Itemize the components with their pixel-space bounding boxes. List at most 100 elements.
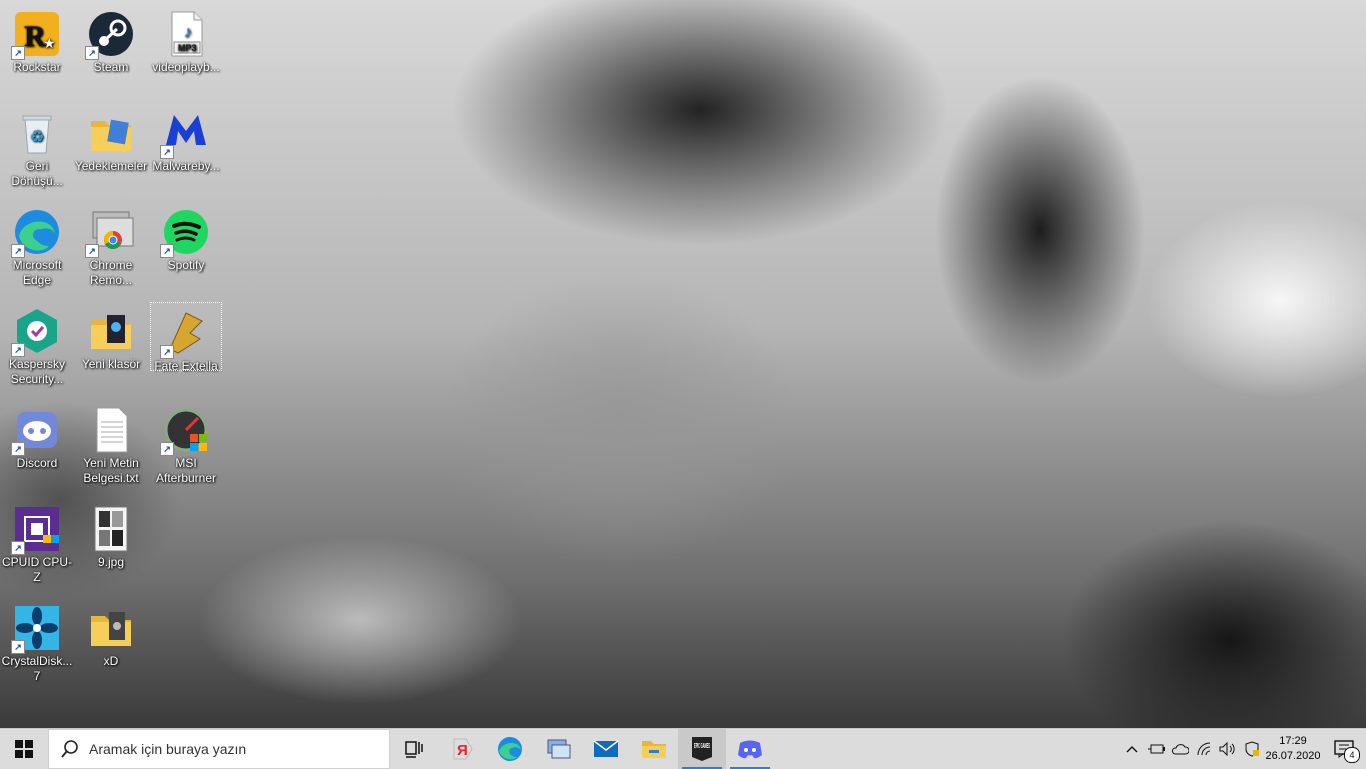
desktop-icon-videoplayback[interactable]: ♪ MP3 videoplayb... <box>149 4 223 75</box>
mp3-badge: MP3 <box>178 43 197 53</box>
shield-icon <box>1245 741 1259 757</box>
task-view-button[interactable] <box>390 729 438 769</box>
desktop-icon-label: Yeni klasör <box>81 357 141 371</box>
image-file-icon <box>87 505 135 553</box>
desktop-icon-label: Spotify <box>167 258 205 272</box>
desktop[interactable]: R ★ ↗ Rockstar ↗ Steam ♪ MP3 videoplayb...… <box>0 0 1366 728</box>
desktop-icon-malwarebytes[interactable]: ↗ Malwareby... <box>149 103 223 174</box>
speaker-icon <box>1219 742 1235 756</box>
desktop-icon-msi-afterburner[interactable]: ↗ MSI Afterburner <box>149 400 223 486</box>
desktop-icon-text-file[interactable]: Yeni Metin Belgesi.txt <box>74 400 148 486</box>
svg-text:♻: ♻ <box>30 129 44 146</box>
desktop-icon-kaspersky[interactable]: ↗ Kaspersky Security... <box>0 301 74 387</box>
text-file-icon <box>87 406 135 454</box>
rockstar-icon: R ★ ↗ <box>11 10 61 60</box>
mail-icon <box>593 740 619 757</box>
chevron-up-icon <box>1126 746 1138 753</box>
fate-extella-icon: ↗ <box>160 309 210 359</box>
remote-desktop-icon <box>547 739 571 759</box>
recycle-bin-icon: ♻ <box>13 109 61 157</box>
epic-games-label: EPIC GAMES <box>694 743 710 750</box>
taskbar-file-explorer[interactable] <box>630 729 678 769</box>
mp3-file-icon: ♪ MP3 <box>162 10 210 58</box>
search-placeholder: Aramak için buraya yazın <box>89 741 247 757</box>
onedrive-tray-button[interactable] <box>1168 729 1192 769</box>
desktop-icon-label: xD <box>103 654 119 668</box>
shortcut-arrow-icon: ↗ <box>160 145 174 159</box>
shortcut-arrow-icon: ↗ <box>11 541 25 555</box>
taskbar-discord[interactable] <box>726 729 774 769</box>
clock-time: 17:29 <box>1279 735 1307 747</box>
taskbar-epic-games[interactable]: EPIC GAMES <box>678 729 726 769</box>
folder-icon <box>87 307 135 355</box>
desktop-icon-label: Yeni Metin Belgesi.txt <box>83 456 139 485</box>
desktop-icon-fate-extella[interactable]: ↗ Fate Extella <box>150 302 222 373</box>
svg-text:Я: Я <box>457 742 468 759</box>
discord-icon <box>738 740 762 759</box>
desktop-icon-label: Microsoft Edge <box>12 258 62 287</box>
notification-count-badge: 4 <box>1344 747 1360 763</box>
yandex-browser-icon: Я <box>453 738 473 760</box>
desktop-icon-label: 9.jpg <box>97 555 125 569</box>
search-box[interactable]: Aramak için buraya yazın <box>48 729 390 769</box>
desktop-icon-yedeklemeler[interactable]: Yedeklemeler <box>74 103 148 174</box>
shortcut-arrow-icon: ↗ <box>160 345 174 359</box>
taskbar-remote-desktop[interactable] <box>534 729 582 769</box>
steam-icon: ↗ <box>85 10 135 60</box>
desktop-icon-label: Yedeklemeler <box>74 159 148 173</box>
desktop-icon-label: CrystalDisk... 7 <box>1 654 73 683</box>
desktop-icon-cpu-z[interactable]: ↗ CPUID CPU-Z <box>0 499 74 585</box>
desktop-icon-label: Malwareby... <box>152 159 220 173</box>
file-explorer-icon <box>642 741 666 758</box>
show-hidden-icons-button[interactable] <box>1120 729 1144 769</box>
desktop-icon-discord[interactable]: ↗ Discord <box>0 400 74 471</box>
task-view-icon <box>405 741 423 758</box>
volume-tray-button[interactable] <box>1216 729 1240 769</box>
security-tray-button[interactable] <box>1240 729 1264 769</box>
crystaldisk-icon: ↗ <box>11 604 61 654</box>
cloud-icon <box>1171 744 1189 755</box>
windows-logo-icon <box>15 740 33 758</box>
taskbar-edge[interactable] <box>486 729 534 769</box>
desktop-icon-chrome-remote[interactable]: ↗ Chrome Remo... <box>74 202 148 288</box>
battery-tray-button[interactable] <box>1144 729 1168 769</box>
desktop-icon-label: Geri Dönüşü... <box>11 159 63 188</box>
shortcut-arrow-icon: ↗ <box>11 244 25 258</box>
desktop-icon-xd[interactable]: xD <box>74 598 148 669</box>
shortcut-arrow-icon: ↗ <box>85 46 99 60</box>
desktop-icon-label: CPUID CPU-Z <box>1 555 72 584</box>
desktop-icon-yeni-klasor[interactable]: Yeni klasör <box>74 301 148 372</box>
desktop-icon-label: MSI Afterburner <box>155 456 217 485</box>
desktop-icon-spotify[interactable]: ↗ Spotify <box>149 202 223 273</box>
desktop-icon-steam[interactable]: ↗ Steam <box>74 4 148 75</box>
shortcut-arrow-icon: ↗ <box>85 244 99 258</box>
system-tray: 17:29 26.07.2020 4 <box>1120 729 1366 769</box>
action-center-button[interactable]: 4 <box>1322 729 1366 769</box>
shortcut-arrow-icon: ↗ <box>11 442 25 456</box>
desktop-icon-label: Chrome Remo... <box>89 258 133 287</box>
malwarebytes-icon: ↗ <box>160 109 210 159</box>
desktop-icon-label: Rockstar <box>13 60 61 74</box>
desktop-icon-microsoft-edge[interactable]: ↗ Microsoft Edge <box>0 202 74 288</box>
taskbar-yandex-browser[interactable]: Я <box>438 729 486 769</box>
network-tray-button[interactable] <box>1192 729 1216 769</box>
search-icon <box>61 740 78 758</box>
msi-afterburner-icon: ↗ <box>160 406 210 456</box>
shortcut-arrow-icon: ↗ <box>160 244 174 258</box>
desktop-icon-crystaldisk[interactable]: ↗ CrystalDisk... 7 <box>0 598 74 684</box>
desktop-icon-recycle-bin[interactable]: ♻ Geri Dönüşü... <box>0 103 74 189</box>
taskbar-mail[interactable] <box>582 729 630 769</box>
cpu-z-icon: ↗ <box>11 505 61 555</box>
clock[interactable]: 17:29 26.07.2020 <box>1264 734 1322 764</box>
discord-icon: ↗ <box>11 406 61 456</box>
desktop-icon-label: Kaspersky Security... <box>8 357 66 386</box>
desktop-icon-9-jpg[interactable]: 9.jpg <box>74 499 148 570</box>
chrome-remote-desktop-icon: ↗ <box>85 208 135 258</box>
taskbar: Aramak için buraya yazın Я EPIC GAMES 17… <box>0 728 1366 769</box>
shortcut-arrow-icon: ↗ <box>11 46 25 60</box>
desktop-icon-rockstar[interactable]: R ★ ↗ Rockstar <box>0 4 74 75</box>
folder-icon <box>87 109 135 157</box>
desktop-icon-label: Steam <box>93 60 129 74</box>
kaspersky-icon: ↗ <box>11 307 61 357</box>
start-button[interactable] <box>0 729 48 769</box>
